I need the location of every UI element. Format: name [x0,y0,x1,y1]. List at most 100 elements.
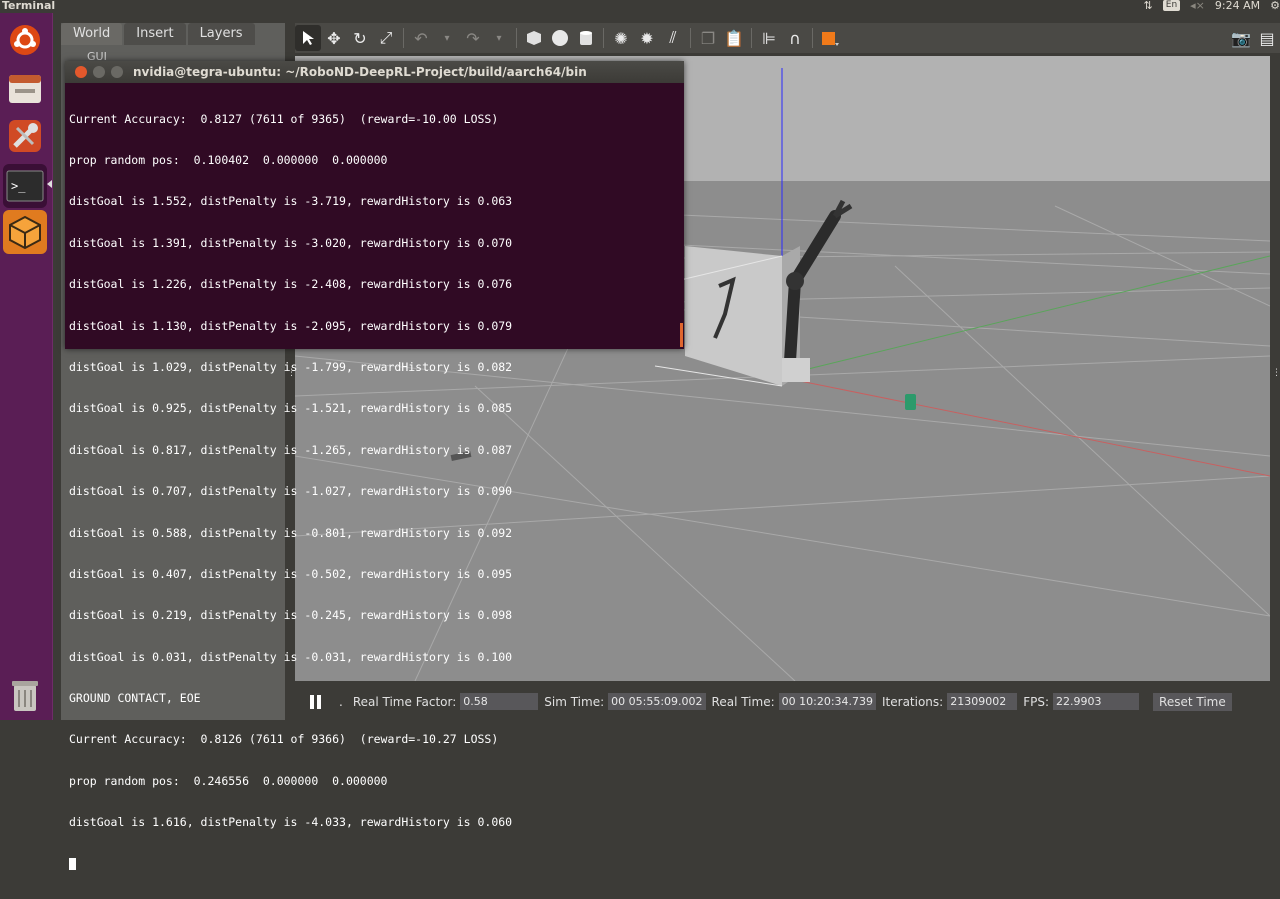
snap-button[interactable]: ∩ [782,25,808,51]
terminal-window[interactable]: nvidia@tegra-ubuntu: ~/RoboND-DeepRL-Pro… [65,61,684,871]
tab-layers[interactable]: Layers [187,23,255,45]
sim-time-label: Sim Time: [544,694,605,709]
sphere-icon [552,30,568,46]
view-angle-icon [822,32,839,46]
terminal-line: distGoal is 0.219, distPenalty is -0.245… [69,608,513,623]
files-button[interactable] [3,66,47,110]
redo-icon: ↷ [466,28,480,48]
robot-mount [782,358,810,382]
terminal-line: distGoal is 1.130, distPenalty is -2.095… [69,318,513,333]
robot-joint [786,272,804,290]
terminal-output[interactable]: Current Accuracy: 0.8127 (7611 of 9365) … [69,85,512,899]
network-icon[interactable]: ⇅ [1144,0,1153,12]
terminal-title: nvidia@tegra-ubuntu: ~/RoboND-DeepRL-Pro… [133,65,587,79]
toolbar-separator [812,28,813,48]
sim-time-value: 00 05:55:09.002 [608,693,706,710]
copy-icon: ❐ [700,28,716,48]
terminal-line: distGoal is 0.031, distPenalty is -0.031… [69,649,513,664]
undo-history-button[interactable]: ▾ [434,25,460,51]
tab-world[interactable]: World [61,23,123,45]
box-shape-button[interactable] [521,25,547,51]
camera-icon: 📷 [1231,28,1251,48]
terminal-line: GROUND CONTACT, EOE [69,691,201,706]
align-icon: ⊫ [762,28,776,48]
toolbar-separator [751,28,752,48]
indicator-area: ⇅ En ◂× 9:24 AM ⚙ [1144,0,1280,12]
scale-icon: ⤢ [379,28,393,47]
point-light-button[interactable]: ✺ [608,25,634,51]
cylinder-shape-button[interactable] [573,25,599,51]
record-log-button[interactable]: ▤ [1254,25,1280,51]
clock[interactable]: 9:24 AM [1215,0,1260,12]
iterations-label: Iterations: [882,694,944,709]
svg-text:>_: >_ [11,179,26,193]
app-title: Terminal [2,0,56,12]
terminal-titlebar[interactable]: nvidia@tegra-ubuntu: ~/RoboND-DeepRL-Pro… [65,61,684,83]
fps-value: 22.9903 [1053,693,1140,710]
terminal-line: Current Accuracy: 0.8127 (7611 of 9365) … [69,111,499,126]
terminal-line: distGoal is 0.588, distPenalty is -0.801… [69,525,513,540]
keyboard-layout-indicator[interactable]: En [1162,0,1181,11]
paste-icon: 📋 [724,28,744,48]
settings-tools-icon [9,120,41,152]
terminal-line: distGoal is 0.817, distPenalty is -1.265… [69,442,513,457]
toolbar-separator [690,28,691,48]
trash-icon [12,681,38,711]
gazebo-icon [9,215,41,250]
undo-button[interactable]: ↶ [408,25,434,51]
real-time-label: Real Time: [711,694,775,709]
rotate-mode-button[interactable]: ↻ [347,25,373,51]
log-icon: ▤ [1259,28,1275,48]
volume-icon[interactable]: ◂× [1190,0,1205,12]
view-angle-button[interactable] [817,25,843,51]
translate-mode-button[interactable]: ✥ [321,25,347,51]
panel-splitter-right[interactable]: ⋮ [1272,368,1280,378]
cylinder-icon [580,31,592,45]
terminal-icon: >_ [6,170,44,202]
redo-button[interactable]: ↷ [460,25,486,51]
redo-history-button[interactable]: ▾ [486,25,512,51]
paste-button[interactable]: 📋 [721,25,747,51]
screenshot-button[interactable]: 📷 [1228,25,1254,51]
toolbar-separator [403,28,404,48]
gear-icon[interactable]: ⚙ [1270,0,1280,12]
directional-light-button[interactable]: ⫽ [660,25,686,51]
tab-insert[interactable]: Insert [124,23,186,45]
settings-button[interactable] [3,114,47,158]
terminal-line: distGoal is 0.407, distPenalty is -0.502… [69,566,513,581]
close-button[interactable] [75,66,87,78]
gazebo-toolbar: ✥ ↻ ⤢ ↶ ▾ ↷ ▾ ✺ ✹ ⫽ ❐ 📋 ⊫ ∩ 📷 ▤ [295,23,1280,53]
copy-button[interactable]: ❐ [695,25,721,51]
rotate-icon: ↻ [353,28,367,48]
dash-button[interactable] [3,18,47,62]
terminal-line: distGoal is 0.707, distPenalty is -1.027… [69,484,513,499]
terminal-button[interactable]: >_ [3,164,47,208]
trash-button[interactable] [3,673,47,717]
terminal-line: distGoal is 1.226, distPenalty is -2.408… [69,277,513,292]
toolbar-separator [516,28,517,48]
terminal-line: prop random pos: 0.246556 0.000000 0.000… [69,773,388,788]
real-time-value: 00 10:20:34.739 [778,693,877,710]
maximize-button[interactable] [111,66,123,78]
terminal-prompt[interactable] [69,858,512,872]
reset-time-button[interactable]: Reset Time [1153,692,1232,711]
fps-label: FPS: [1023,694,1050,709]
select-mode-button[interactable] [295,25,321,51]
terminal-line: distGoal is 1.391, distPenalty is -3.020… [69,235,513,250]
iterations-value: 21309002 [947,693,1018,710]
sphere-shape-button[interactable] [547,25,573,51]
spot-light-button[interactable]: ✹ [634,25,660,51]
spotlight-icon: ✹ [640,28,654,48]
minimize-button[interactable] [93,66,105,78]
magnet-icon: ∩ [789,28,801,48]
launcher: >_ [0,13,53,720]
text-cursor [69,858,76,871]
gazebo-button[interactable] [3,210,47,254]
chevron-down-icon: ▾ [496,32,502,44]
scale-mode-button[interactable]: ⤢ [373,25,399,51]
align-button[interactable]: ⊫ [756,25,782,51]
terminal-scrollbar[interactable] [680,323,683,347]
terminal-line: Current Accuracy: 0.8126 (7611 of 9366) … [69,732,499,747]
terminal-line: distGoal is 1.616, distPenalty is -4.033… [69,815,513,830]
panel-tabs: World Insert Layers [61,23,255,47]
